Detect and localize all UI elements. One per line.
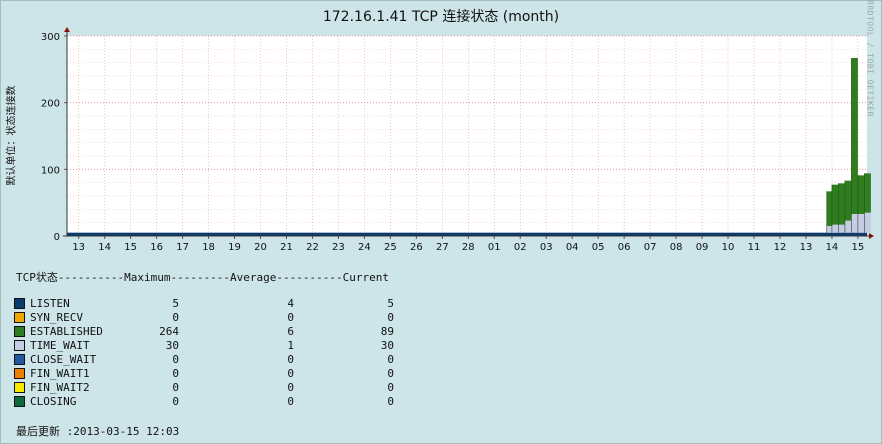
legend-name: ESTABLISHED — [30, 325, 103, 338]
legend-average: 4 — [287, 297, 294, 310]
legend-current: 30 — [380, 339, 394, 352]
x-tick-label: 10 — [722, 242, 735, 253]
x-tick-label: 17 — [176, 242, 189, 253]
legend-swatch — [14, 340, 25, 351]
x-tick-label: 11 — [748, 242, 761, 253]
legend-maximum: 0 — [172, 311, 179, 324]
x-tick-label: 12 — [774, 242, 787, 253]
bar-time-wait — [864, 212, 871, 233]
legend-name: TIME_WAIT — [30, 339, 90, 352]
x-tick-label: 08 — [670, 242, 683, 253]
legend-name: CLOSE_WAIT — [30, 353, 97, 366]
bar-established — [838, 183, 845, 225]
x-tick-label: 15 — [852, 242, 865, 253]
legend-swatch — [14, 368, 25, 379]
bar-time-wait — [851, 214, 858, 233]
x-tick-label: 14 — [98, 242, 111, 253]
legend-name: CLOSING — [30, 395, 77, 408]
legend-swatch — [14, 312, 25, 323]
bar-time-wait — [857, 214, 865, 233]
x-tick-label: 28 — [462, 242, 475, 253]
y-tick-label: 100 — [41, 165, 60, 176]
x-tick-label: 22 — [306, 242, 319, 253]
x-tick-label: 18 — [202, 242, 215, 253]
bar-time-wait — [844, 220, 852, 233]
bar-established — [831, 184, 839, 225]
legend-maximum: 0 — [172, 353, 179, 366]
y-tick-label: 0 — [54, 232, 60, 243]
x-tick-label: 01 — [488, 242, 501, 253]
legend-average: 0 — [287, 367, 294, 380]
bar-time-wait — [838, 224, 845, 233]
legend-average: 0 — [287, 311, 294, 324]
legend-current: 0 — [387, 311, 394, 324]
x-tick-label: 05 — [592, 242, 605, 253]
legend-maximum: 0 — [172, 367, 179, 380]
x-tick-label: 03 — [540, 242, 553, 253]
bar-established — [844, 180, 852, 221]
x-tick-label: 26 — [410, 242, 423, 253]
x-tick-label: 20 — [254, 242, 267, 253]
x-tick-label: 16 — [150, 242, 163, 253]
x-tick-label: 25 — [384, 242, 397, 253]
x-tick-label: 24 — [358, 242, 371, 253]
legend-maximum: 0 — [172, 381, 179, 394]
legend-average: 0 — [287, 353, 294, 366]
plot-area — [67, 36, 867, 236]
x-tick-label: 02 — [514, 242, 527, 253]
legend-current: 5 — [387, 297, 394, 310]
legend-average: 6 — [287, 325, 294, 338]
x-tick-label: 13 — [800, 242, 813, 253]
x-tick-label: 19 — [228, 242, 241, 253]
last-update: 最后更新 :2013-03-15 12:03 — [16, 425, 180, 438]
bar-established — [857, 175, 865, 214]
legend-maximum: 5 — [172, 297, 179, 310]
legend-swatch — [14, 326, 25, 337]
bar-established — [864, 173, 871, 213]
legend-current: 0 — [387, 395, 394, 408]
legend-swatch — [14, 396, 25, 407]
legend-header: TCP状态----------Maximum---------Average--… — [16, 271, 389, 284]
x-tick-label: 06 — [618, 242, 631, 253]
x-axis-arrow — [869, 233, 874, 239]
x-tick-label: 04 — [566, 242, 579, 253]
legend-swatch — [14, 382, 25, 393]
legend-maximum: 0 — [172, 395, 179, 408]
legend-maximum: 264 — [159, 325, 179, 338]
legend-average: 0 — [287, 381, 294, 394]
legend-average: 0 — [287, 395, 294, 408]
y-tick-label: 300 — [41, 32, 60, 43]
x-tick-label: 07 — [644, 242, 657, 253]
x-tick-label: 27 — [436, 242, 449, 253]
y-axis-arrow — [64, 27, 70, 32]
legend-name: FIN_WAIT1 — [30, 367, 90, 380]
x-tick-label: 13 — [72, 242, 85, 253]
legend-swatch — [14, 354, 25, 365]
legend-current: 0 — [387, 381, 394, 394]
y-tick-label: 200 — [41, 99, 60, 110]
legend-current: 0 — [387, 353, 394, 366]
tcp-state-chart: 0 100 200 300 13 14 15 16 17 18 19 20 21 22 23 24 25 26 27… — [41, 27, 874, 253]
x-tick-label: 21 — [280, 242, 293, 253]
x-tick-label: 15 — [124, 242, 137, 253]
legend-current: 89 — [380, 325, 394, 338]
legend-swatch — [14, 298, 25, 309]
legend-maximum: 30 — [165, 339, 179, 352]
x-tick-label: 09 — [696, 242, 709, 253]
legend-name: LISTEN — [30, 297, 70, 310]
bar-time-wait — [831, 224, 839, 233]
x-tick-label: 14 — [826, 242, 839, 253]
bar-established — [851, 58, 858, 214]
legend-average: 1 — [287, 339, 294, 352]
legend-name: SYN_RECV — [30, 311, 83, 324]
legend-current: 0 — [387, 367, 394, 380]
x-tick-label: 23 — [332, 242, 345, 253]
legend-name: FIN_WAIT2 — [30, 381, 90, 394]
